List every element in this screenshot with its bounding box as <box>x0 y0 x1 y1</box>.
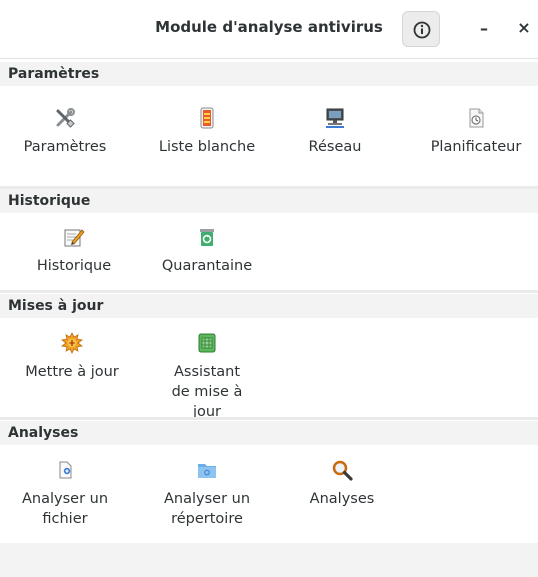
scan-folder-button[interactable]: Analyser un répertoire <box>152 459 262 529</box>
quarantine-icon <box>200 229 214 246</box>
scan-folder-icon <box>198 464 216 478</box>
magnifier-icon <box>332 460 353 481</box>
quarantine-label: Quarantaine <box>161 258 253 274</box>
whitelist-icon <box>200 107 214 129</box>
update-label: Mettre à jour <box>25 364 119 380</box>
scheduler-icon <box>469 108 484 128</box>
scheduler-label: Planificateur <box>430 139 522 155</box>
update-button[interactable]: Mettre à jour <box>17 332 127 382</box>
scans-label: Analyses <box>309 491 375 507</box>
update-assistant-label: Assistant de mise à jour <box>171 364 243 420</box>
history-icon <box>64 229 85 247</box>
section-header-parametres: Paramètres <box>0 62 538 86</box>
section-header-mises-a-jour: Mises à jour <box>0 294 538 318</box>
scan-file-label: Analyser un fichier <box>21 491 109 527</box>
update-assistant-button[interactable]: Assistant de mise à jour <box>152 332 262 422</box>
quarantine-button[interactable]: Quarantaine <box>152 226 262 276</box>
update-assistant-icon <box>198 333 216 353</box>
section-header-historique: Historique <box>0 189 538 213</box>
history-label: Historique <box>36 258 112 274</box>
whitelist-button[interactable]: Liste blanche <box>152 107 262 157</box>
update-icon <box>61 332 83 354</box>
network-button[interactable]: Réseau <box>280 107 390 157</box>
scheduler-button[interactable]: Planificateur <box>421 107 531 157</box>
minimize-button[interactable]: – <box>473 14 495 42</box>
section-divider <box>0 417 538 420</box>
history-button[interactable]: Historique <box>19 226 129 276</box>
scans-button[interactable]: Analyses <box>287 459 397 509</box>
section-divider <box>0 290 538 293</box>
whitelist-label: Liste blanche <box>158 139 256 155</box>
footer-bar <box>0 543 538 577</box>
network-icon <box>326 108 344 128</box>
scan-file-icon <box>59 461 72 479</box>
section-header-analyses: Analyses <box>0 421 538 445</box>
tools-icon <box>56 108 75 128</box>
scan-file-button[interactable]: Analyser un fichier <box>10 459 120 529</box>
close-button[interactable]: × <box>513 14 535 42</box>
network-label: Réseau <box>308 139 362 155</box>
info-icon <box>413 21 431 39</box>
window-title: Module d'analyse antivirus <box>155 18 383 36</box>
about-button[interactable] <box>402 11 440 47</box>
title-bar: Module d'analyse antivirus – × <box>0 0 538 59</box>
scan-folder-label: Analyser un répertoire <box>163 491 251 527</box>
settings-button[interactable]: Paramètres <box>10 107 120 157</box>
settings-label: Paramètres <box>23 139 107 155</box>
